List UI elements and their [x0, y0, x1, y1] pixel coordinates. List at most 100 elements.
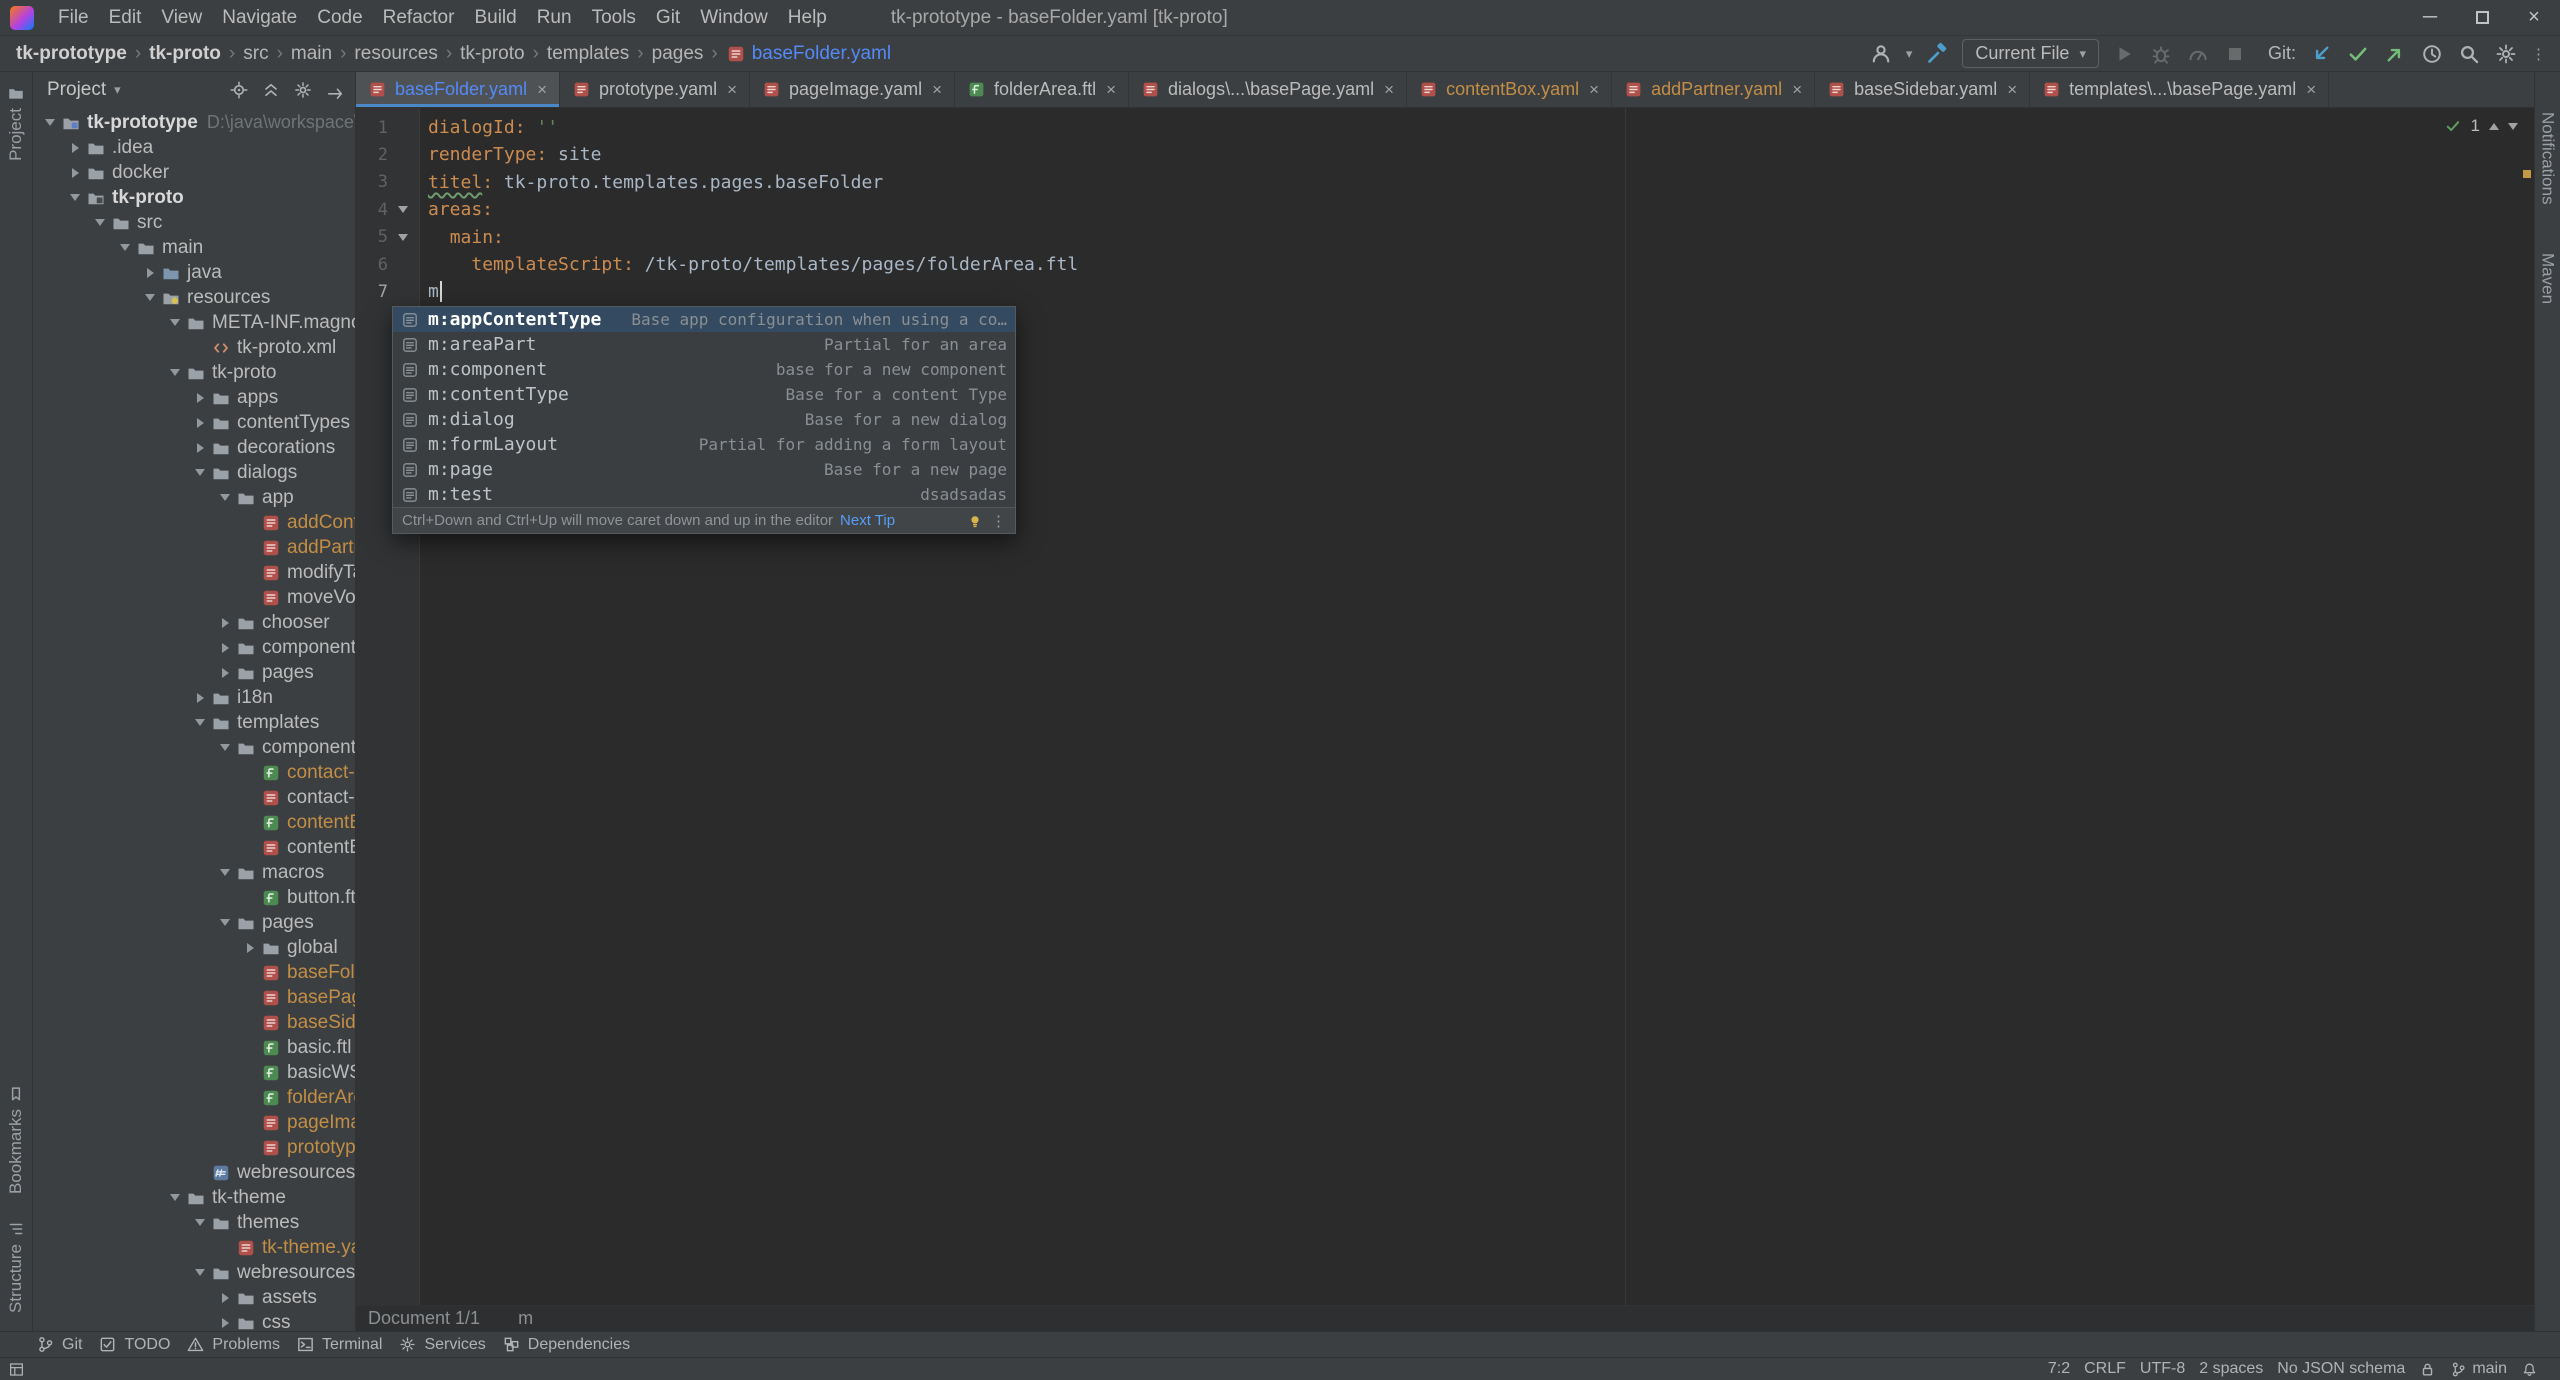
code-line-1[interactable]: dialogId: '' — [428, 114, 2534, 141]
menu-help[interactable]: Help — [778, 7, 837, 29]
code-line-6[interactable]: templateScript: /tk-proto/templates/page… — [428, 251, 2534, 278]
tree-item-components[interactable]: components — [33, 735, 355, 760]
chevron-down-icon[interactable] — [91, 214, 109, 232]
collapse-all-icon[interactable] — [261, 80, 281, 100]
close-icon[interactable]: × — [1106, 80, 1116, 100]
status-caret-position[interactable]: 7:2 — [2048, 1360, 2070, 1378]
toolwindow-stripe-bookmarks[interactable]: Bookmarks — [6, 1085, 26, 1194]
status-json-schema[interactable]: No JSON schema — [2277, 1360, 2405, 1378]
fold-marker-icon[interactable] — [388, 206, 418, 213]
tab-contentbox-yaml[interactable]: contentBox.yaml× — [1407, 72, 1612, 107]
readonly-lock-icon[interactable] — [2419, 1361, 2436, 1378]
tree-item-contentbox-ya[interactable]: contentBox.ya... — [33, 835, 355, 860]
debug-button[interactable] — [2149, 42, 2173, 66]
tree-item-idea[interactable]: .idea — [33, 135, 355, 160]
chevron-down-icon[interactable] — [216, 489, 234, 507]
completion-item-m-contenttype[interactable]: m:contentTypeBase for a content Type — [393, 382, 1015, 407]
chevron-down-icon[interactable] — [216, 914, 234, 932]
tree-item-apps[interactable]: apps — [33, 385, 355, 410]
more-options-icon[interactable]: ⋮ — [2531, 45, 2546, 63]
tree-item-prototype-yam[interactable]: prototype.yam... — [33, 1135, 355, 1160]
tree-item-docker[interactable]: docker — [33, 160, 355, 185]
code-line-7[interactable]: m — [428, 278, 2534, 305]
toolwindow-dependencies[interactable]: Dependencies — [502, 1335, 630, 1354]
history-button[interactable] — [2420, 42, 2444, 66]
tree-item-css[interactable]: css — [33, 1310, 355, 1331]
tab-addpartner-yaml[interactable]: addPartner.yaml× — [1612, 72, 1815, 107]
prev-problem-icon[interactable] — [2489, 123, 2499, 130]
breadcrumb-basefolder-yaml[interactable]: baseFolder.yaml — [726, 43, 891, 65]
select-opened-file-icon[interactable] — [229, 80, 249, 100]
code-line-2[interactable]: renderType: site — [428, 141, 2534, 168]
run-button[interactable] — [2112, 42, 2136, 66]
tree-item-tk-theme[interactable]: tk-theme — [33, 1185, 355, 1210]
project-panel-title[interactable]: Project — [47, 79, 106, 101]
completion-item-m-areapart[interactable]: m:areaPartPartial for an area — [393, 332, 1015, 357]
close-icon[interactable]: × — [1589, 80, 1599, 100]
close-icon[interactable]: × — [537, 80, 547, 100]
toolwindow-stripe-notifications[interactable]: Notifications — [2538, 112, 2558, 205]
toolwindow-services[interactable]: Services — [398, 1335, 485, 1354]
chevron-right-icon[interactable] — [241, 939, 259, 957]
tree-item-pageimage-ya[interactable]: pageImage.ya... — [33, 1110, 355, 1135]
next-tip-link[interactable]: Next Tip — [840, 512, 895, 529]
menu-view[interactable]: View — [151, 7, 212, 29]
tree-item-app[interactable]: app — [33, 485, 355, 510]
tree-item-meta-inf-magnolia[interactable]: META-INF.magnolia — [33, 310, 355, 335]
tab-pageimage-yaml[interactable]: pageImage.yaml× — [750, 72, 955, 107]
chevron-right-icon[interactable] — [191, 389, 209, 407]
tree-item-java[interactable]: java — [33, 260, 355, 285]
search-everywhere-icon[interactable] — [2457, 42, 2481, 66]
tree-item-contentbox-ftl[interactable]: contentBox.ftl — [33, 810, 355, 835]
menu-edit[interactable]: Edit — [99, 7, 152, 29]
notifications-bell-icon[interactable] — [2521, 1361, 2538, 1378]
close-icon[interactable]: × — [932, 80, 942, 100]
chevron-right-icon[interactable] — [66, 164, 84, 182]
tree-item-pages[interactable]: pages — [33, 660, 355, 685]
fold-marker-icon[interactable] — [388, 234, 418, 241]
toolwindow-stripe-structure[interactable]: Structure — [6, 1220, 26, 1313]
tab-folderarea-ftl[interactable]: folderArea.ftl× — [955, 72, 1129, 107]
tree-item-tk-prototype[interactable]: tk-prototypeD:\java\workspace\tk-pro — [33, 110, 355, 135]
chevron-down-icon[interactable] — [166, 364, 184, 382]
git-branch-widget[interactable]: main — [2450, 1360, 2507, 1378]
tree-item-src[interactable]: src — [33, 210, 355, 235]
tree-item-folderarea-ftl[interactable]: folderArea.ftl — [33, 1085, 355, 1110]
close-button[interactable]: × — [2508, 0, 2560, 35]
chevron-right-icon[interactable] — [216, 1289, 234, 1307]
chevron-down-icon[interactable] — [191, 1214, 209, 1232]
hide-panel-icon[interactable] — [325, 80, 345, 100]
editor[interactable]: 1234567 dialogId: ''renderType: sitetite… — [356, 108, 2534, 1305]
close-icon[interactable]: × — [727, 80, 737, 100]
completion-item-m-test[interactable]: m:testdsadsadas — [393, 482, 1015, 507]
minimize-button[interactable]: ─ — [2404, 0, 2456, 35]
chevron-down-icon[interactable] — [166, 314, 184, 332]
tab-prototype-yaml[interactable]: prototype.yaml× — [560, 72, 750, 107]
toolwindow-terminal[interactable]: Terminal — [296, 1335, 382, 1354]
tab-basesidebar-yaml[interactable]: baseSidebar.yaml× — [1815, 72, 2030, 107]
tree-item-basefolder-ya[interactable]: baseFolder.ya... — [33, 960, 355, 985]
tree-item-tk-theme-yaml[interactable]: tk-theme.yaml — [33, 1235, 355, 1260]
breadcrumb-src[interactable]: src — [243, 43, 268, 65]
profiler-button[interactable] — [2186, 42, 2210, 66]
maximize-button[interactable] — [2456, 0, 2508, 35]
chevron-right-icon[interactable] — [191, 689, 209, 707]
breadcrumb-pages[interactable]: pages — [652, 43, 704, 65]
status-indent-style[interactable]: 2 spaces — [2199, 1360, 2263, 1378]
breadcrumb-templates[interactable]: templates — [547, 43, 629, 65]
status-file-encoding[interactable]: UTF-8 — [2140, 1360, 2185, 1378]
completion-item-m-formlayout[interactable]: m:formLayoutPartial for adding a form la… — [393, 432, 1015, 457]
tab-templates-basepage-yaml[interactable]: templates\...\basePage.yaml× — [2030, 72, 2329, 107]
editor-code-area[interactable]: dialogId: ''renderType: sitetitel: tk-pr… — [420, 108, 2534, 1305]
tree-item-contact-profil[interactable]: contact-profil... — [33, 785, 355, 810]
close-icon[interactable]: × — [1792, 80, 1802, 100]
tree-item-basic-ftl[interactable]: basic.ftl — [33, 1035, 355, 1060]
tree-item-tk-proto-xml[interactable]: tk-proto.xml — [33, 335, 355, 360]
tree-item-main[interactable]: main — [33, 235, 355, 260]
code-line-3[interactable]: titel: tk-proto.templates.pages.baseFold… — [428, 169, 2534, 196]
menu-file[interactable]: File — [48, 7, 99, 29]
tree-item-webresources[interactable]: webresources — [33, 1260, 355, 1285]
panel-settings-icon[interactable] — [293, 80, 313, 100]
breadcrumb-tk-prototype[interactable]: tk-prototype — [16, 43, 127, 65]
chevron-right-icon[interactable] — [216, 1314, 234, 1332]
